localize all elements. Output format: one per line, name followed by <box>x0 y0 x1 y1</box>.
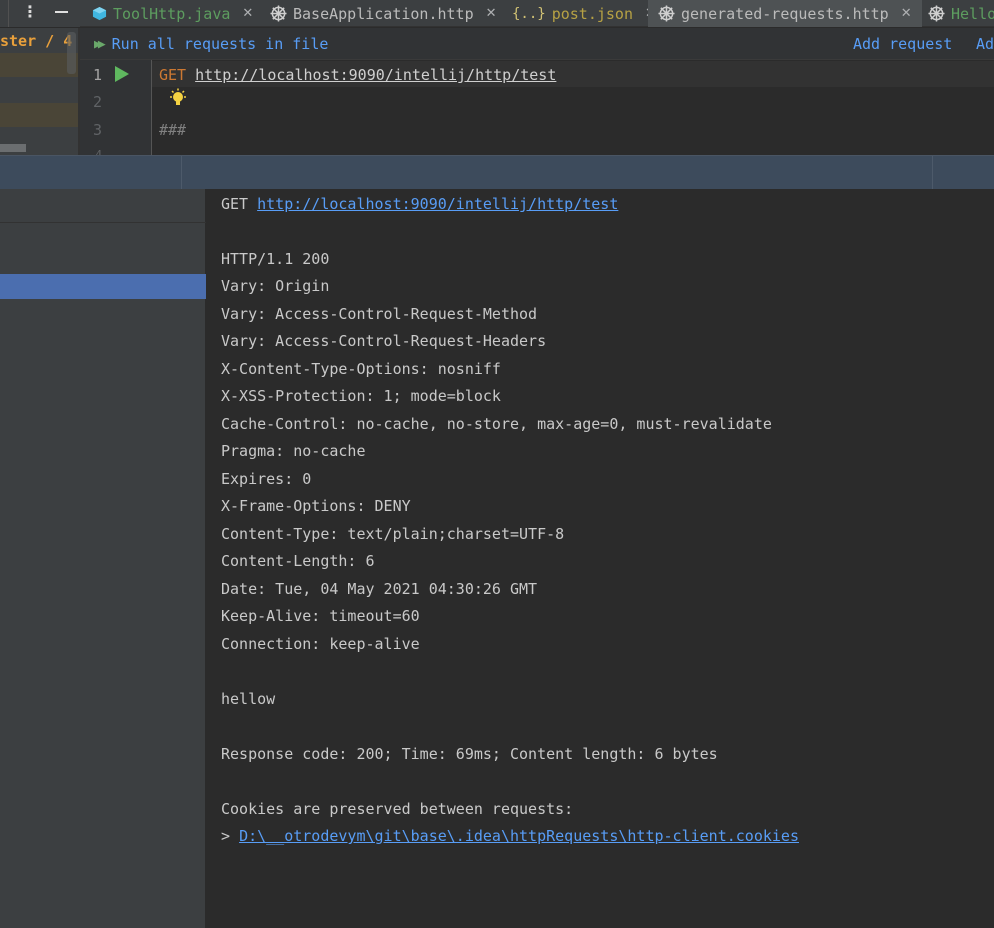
response-header: X-XSS-Protection: 1; mode=block <box>221 387 501 405</box>
project-panel-strip: ster / 4 <box>0 28 80 155</box>
response-header: Connection: keep-alive <box>221 635 420 653</box>
http-editor[interactable]: ▶▶ Run all requests in file Add request … <box>80 28 994 161</box>
response-header: Vary: Access-Control-Request-Headers <box>221 332 547 350</box>
response-header: Pragma: no-cache <box>221 442 366 460</box>
divider <box>181 156 182 190</box>
run-tool-window-header <box>0 155 994 190</box>
request-url-link[interactable]: http://localhost:9090/intellij/http/test <box>257 195 618 213</box>
editor-tab-bar: ⋮ ToolHttp.java ✕ BaseApplication.http ✕… <box>0 0 994 27</box>
tab-generated-requests-http[interactable]: generated-requests.http ✕ <box>648 0 922 27</box>
http-file-icon <box>928 5 945 22</box>
response-summary: Response code: 200; Time: 69ms; Content … <box>221 745 718 763</box>
run-tree-panel <box>0 189 206 928</box>
response-header: HTTP/1.1 200 <box>221 250 330 268</box>
divider <box>0 222 206 223</box>
run-request-icon[interactable] <box>115 66 129 82</box>
highlight-row <box>0 103 78 127</box>
scrollbar[interactable] <box>0 144 26 152</box>
divider <box>932 156 933 190</box>
run-all-icon: ▶▶ <box>94 36 105 52</box>
close-icon[interactable]: ✕ <box>901 6 912 21</box>
tab-post-json[interactable]: {..} post.json ✕ <box>502 0 666 27</box>
cookies-file-line: > D:\__otrodevym\git\base\.idea\httpRequ… <box>221 827 799 845</box>
line-number: 2 <box>92 93 102 111</box>
response-header: Expires: 0 <box>221 470 312 488</box>
java-class-icon <box>92 6 107 21</box>
close-icon[interactable]: ✕ <box>242 6 253 21</box>
request-line: GET http://localhost:9090/intellij/http/… <box>221 195 618 213</box>
cookies-prefix: > <box>221 827 240 845</box>
response-console: GET http://localhost:9090/intellij/http/… <box>207 189 994 928</box>
tab-label: BaseApplication.http <box>293 4 474 23</box>
json-file-icon: {..} <box>512 5 546 22</box>
run-all-label: Run all requests in file <box>111 35 329 53</box>
tab-bar-controls: ⋮ <box>0 0 80 27</box>
add-more-button[interactable]: Ad <box>976 35 994 53</box>
response-header: Content-Type: text/plain;charset=UTF-8 <box>221 525 565 543</box>
more-options-icon[interactable]: ⋮ <box>22 0 38 27</box>
minimize-icon[interactable] <box>55 11 68 13</box>
response-header: Vary: Origin <box>221 277 330 295</box>
response-header: Vary: Access-Control-Request-Method <box>221 305 538 323</box>
scrollbar[interactable] <box>67 32 76 74</box>
code-line-3[interactable]: ### <box>159 121 186 139</box>
request-url[interactable]: http://localhost:9090/intellij/http/test <box>195 66 556 84</box>
http-file-icon <box>270 5 287 22</box>
http-method: GET <box>159 66 187 84</box>
tab-label: Hello <box>951 4 994 23</box>
close-icon[interactable]: ✕ <box>486 6 497 21</box>
tab-toolhttp-java[interactable]: ToolHttp.java ✕ <box>82 0 263 27</box>
code-line-1[interactable]: GET http://localhost:9090/intellij/http/… <box>159 66 556 84</box>
divider <box>8 0 9 27</box>
editor-action-bar: ▶▶ Run all requests in file Add request … <box>80 28 994 60</box>
response-header: X-Frame-Options: DENY <box>221 497 411 515</box>
line-number: 1 <box>92 66 102 84</box>
response-header: Content-Length: 6 <box>221 552 375 570</box>
tab-baseapplication-http[interactable]: BaseApplication.http ✕ <box>260 0 507 27</box>
lightbulb-icon[interactable] <box>168 88 188 110</box>
http-file-icon <box>658 5 675 22</box>
cookies-file-link[interactable]: D:\__otrodevym\git\base\.idea\httpReques… <box>239 827 799 845</box>
response-header: Keep-Alive: timeout=60 <box>221 607 420 625</box>
tab-label: post.json <box>551 4 633 23</box>
cookies-note: Cookies are preserved between requests: <box>221 800 574 818</box>
run-all-requests-button[interactable]: ▶▶ Run all requests in file <box>94 35 328 53</box>
response-header: Date: Tue, 04 May 2021 04:30:26 GMT <box>221 580 538 598</box>
add-request-button[interactable]: Add request <box>853 35 952 53</box>
git-branch-label[interactable]: ster / 4 <box>0 32 72 50</box>
response-body: hellow <box>221 690 276 708</box>
tab-label: ToolHttp.java <box>113 4 231 23</box>
response-header: Cache-Control: no-cache, no-store, max-a… <box>221 415 772 433</box>
response-header: X-Content-Type-Options: nosniff <box>221 360 501 378</box>
tab-hello[interactable]: Hello <box>918 0 994 27</box>
request-method: GET <box>221 195 249 213</box>
line-number: 3 <box>92 121 102 139</box>
tab-label: generated-requests.http <box>681 4 889 23</box>
selected-tree-item[interactable] <box>0 274 206 299</box>
